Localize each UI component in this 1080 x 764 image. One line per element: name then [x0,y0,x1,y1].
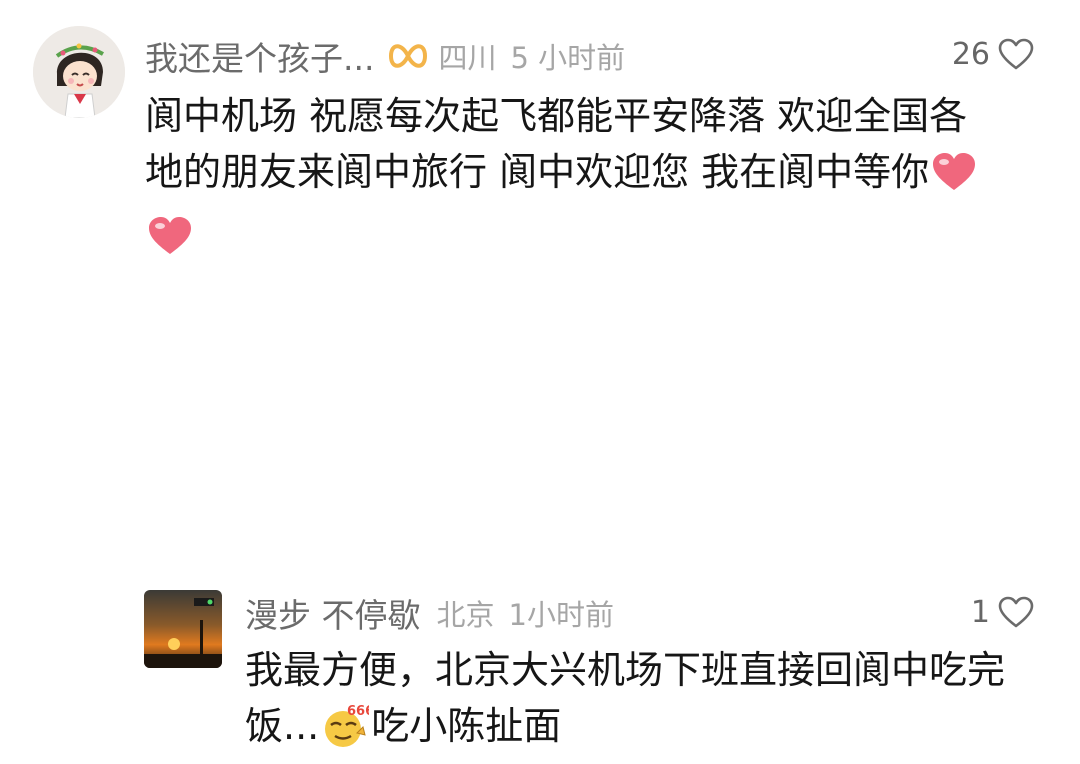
like-button[interactable]: 1 [971,595,1034,630]
timestamp: 5 小时前 [510,41,626,75]
username[interactable]: 漫步 不停歇 [245,589,421,637]
location: 北京 [436,598,495,632]
like-count: 26 [951,37,990,72]
comment-text: 阆中机场 祝愿每次起飞都能平安降落 欢迎全国各地的朋友来阆中旅行 阆中欢迎您 我… [145,88,1005,272]
heart-emoji [931,151,977,208]
avatar[interactable] [144,590,222,668]
comment-item: 我还是个孩子... 四川 5 小时前 26 阆中机场 祝愿每次起飞都能平安降落 … [0,0,1080,290]
comment-text: 我最方便，北京大兴机场下班直接回阆中吃完饭... 666 吃小陈扯面 [245,642,1035,764]
comment-text-tail: 吃小陈扯面 [371,704,562,748]
avatar[interactable] [33,26,125,118]
comment-meta: 我还是个孩子... 四川 5 小时前 [145,33,625,79]
heart-emoji [147,215,193,272]
666-emoji: 666 [321,703,374,764]
username[interactable]: 我还是个孩子... [145,32,374,80]
location: 四川 [438,41,497,75]
reply-item: 漫步 不停歇 北京 1小时前 1 我最方便，北京大兴机场下班直接回阆中吃完饭..… [0,290,1080,748]
like-button[interactable]: 26 [952,37,1034,72]
like-count: 1 [970,595,990,630]
heart-outline-icon [998,596,1034,628]
comment-meta: 漫步 不停歇 北京 1小时前 [245,590,614,636]
infinity-badge-icon [388,39,428,73]
timestamp: 1小时前 [508,598,614,632]
emoji-666-label: 666 [347,704,369,719]
heart-outline-icon [998,38,1034,70]
comment-text-main: 阆中机场 祝愿每次起飞都能平安降落 欢迎全国各地的朋友来阆中旅行 阆中欢迎您 我… [145,94,968,194]
